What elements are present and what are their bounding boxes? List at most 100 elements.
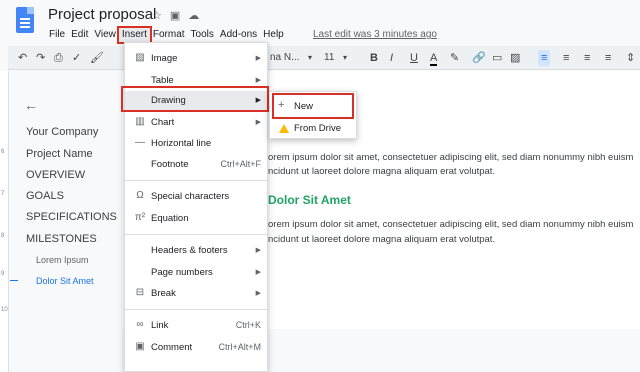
omega-icon: Ω [136,190,144,201]
ruler-number: 9 [1,271,5,277]
shortcut-label: Ctrl+Alt+M [218,342,261,352]
align-left-icon[interactable]: ≡ [538,50,551,66]
menu-file[interactable]: File [46,28,68,42]
menu-item-break[interactable]: ⊟ Break ▶ [125,284,269,304]
spellcheck-icon[interactable]: ✓ [72,50,81,66]
outline-item[interactable]: SPECIFICATIONS [26,211,117,223]
submenu-arrow-icon: ▶ [255,269,261,276]
vertical-ruler: 6 7 8 9 10 [0,71,9,372]
print-icon[interactable]: ⎙ [54,50,63,66]
docs-logo-icon[interactable] [16,7,34,33]
menu-tools[interactable]: Tools [188,28,217,42]
menu-item-label: Chart [151,117,175,128]
font-size-selector[interactable]: 11 [324,50,334,66]
submenu-arrow-icon: ▶ [255,55,261,62]
menu-item-label: Headers & footers [151,245,228,256]
menu-help[interactable]: Help [260,28,287,42]
line-spacing-icon[interactable]: ⇕ [626,50,635,66]
move-folder-icon[interactable]: ▣ [170,9,180,22]
menu-item-special-characters[interactable]: Ω Special characters [125,187,269,207]
text-color-icon[interactable]: A [430,50,438,66]
chart-icon: ▥ [135,116,145,127]
submenu-arrow-icon: ▶ [255,247,261,254]
font-selector[interactable]: na N... [270,50,299,66]
menu-item-page-numbers[interactable]: Page numbers ▶ [125,263,269,283]
insert-image-icon[interactable]: ▨ [510,50,520,66]
menu-bar: File Edit View Insert Format Tools Add-o… [46,26,287,44]
menu-item-label: Page numbers [151,267,213,278]
submenu-item-from-drive[interactable]: From Drive [270,117,358,139]
ruler-number: 10 [1,307,8,313]
plus-icon: + [278,99,285,111]
menu-item-label: Drawing [151,95,186,106]
ruler-number: 8 [1,233,5,239]
add-comment-icon[interactable]: ▭ [492,50,502,66]
menu-insert[interactable]: Insert [116,26,152,44]
menu-divider [125,234,269,235]
link-icon[interactable]: 🔗 [472,50,486,66]
redo-icon[interactable]: ↷ [36,50,45,66]
submenu-item-new[interactable]: + New [270,95,358,117]
menu-item-link[interactable]: ∞ Link Ctrl+K [125,316,269,336]
chevron-down-icon[interactable]: ▾ [343,50,347,66]
pi-icon: π² [134,212,146,223]
section-heading: Dolor Sit Amet [268,193,351,207]
image-icon: ▨ [135,52,145,63]
submenu-arrow-icon: ▶ [255,119,261,126]
menu-view[interactable]: View [91,28,119,42]
underline-icon[interactable]: U [410,50,418,66]
menu-item-horizontal-line[interactable]: — Horizontal line [125,134,269,154]
highlight-icon[interactable]: ✎ [450,50,459,66]
body-text: ncidunt ut laoreet dolore magna aliquam … [268,166,496,177]
cloud-status-icon[interactable]: ☁ [188,9,199,22]
menu-item-headers-footers[interactable]: Headers & footers ▶ [125,241,269,261]
outline-item[interactable]: Project Name [26,148,93,160]
menu-item-image[interactable]: ▨ Image ▶ [125,49,269,69]
shortcut-label: Ctrl+K [235,320,261,330]
menu-item-label: Link [151,320,169,331]
menu-item-chart[interactable]: ▥ Chart ▶ [125,113,269,133]
align-right-icon[interactable]: ≡ [584,50,590,66]
undo-icon[interactable]: ↶ [18,50,27,66]
title-actions: ☆ ▣ ☁ [152,9,199,22]
menu-item-label: Break [151,288,176,299]
outline-item[interactable]: OVERVIEW [26,169,85,181]
paint-format-icon[interactable]: 🖌 [90,50,104,66]
menu-item-label: Special characters [151,191,230,202]
toolbar: ↶ ↷ ⎙ ✓ 🖌 na N... ▾ 11 ▾ B I U A ✎ 🔗 ▭ ▨… [8,46,640,70]
comment-icon: ▣ [135,341,145,352]
menu-item-label: Image [151,53,178,64]
document-title[interactable]: Project proposal [48,6,156,23]
menu-item-label: Equation [151,213,189,224]
menu-item-drawing[interactable]: Drawing ▶ [125,91,269,111]
outline-item[interactable]: Lorem Ipsum [36,255,89,265]
bold-icon[interactable]: B [370,50,378,66]
justify-icon[interactable]: ≡ [605,50,611,66]
chevron-down-icon[interactable]: ▾ [308,50,312,66]
outline-item[interactable]: MILESTONES [26,233,97,245]
menu-edit[interactable]: Edit [68,28,91,42]
menu-item-equation[interactable]: π² Equation [125,209,269,229]
link-icon: ∞ [136,319,144,330]
star-icon[interactable]: ☆ [152,9,162,22]
italic-icon[interactable]: I [390,50,393,66]
menu-divider [125,180,269,181]
submenu-arrow-icon: ▶ [255,97,261,104]
menu-item-label: Footnote [151,159,189,170]
menu-item-table[interactable]: Table ▶ [125,71,269,91]
last-edit-link[interactable]: Last edit was 3 minutes ago [313,29,437,40]
menu-add-ons[interactable]: Add-ons [217,28,260,42]
submenu-item-label: New [294,101,314,112]
menu-item-footnote[interactable]: Footnote Ctrl+Alt+F [125,155,269,175]
drawing-submenu: + New From Drive [269,91,357,139]
outline-item[interactable]: GOALS [26,190,64,202]
outline-item-active[interactable]: Dolor Sit Amet [36,276,94,286]
outline-item[interactable]: Your Company [26,126,98,138]
shortcut-label: Ctrl+Alt+F [220,159,261,169]
ruler-number: 6 [1,149,5,155]
menu-item-comment[interactable]: ▣ Comment Ctrl+Alt+M [125,338,269,358]
align-center-icon[interactable]: ≡ [563,50,569,66]
menu-item-label: Comment [151,342,193,353]
back-arrow-icon[interactable]: ← [24,97,38,113]
menu-format[interactable]: Format [150,28,188,42]
